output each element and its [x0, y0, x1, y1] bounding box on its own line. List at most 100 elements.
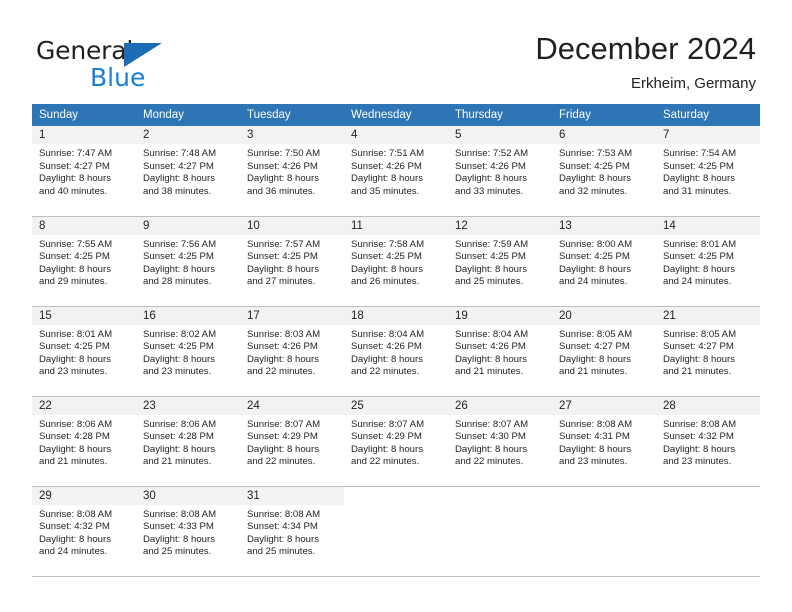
- daylight-duration-line2: and 21 minutes.: [39, 456, 108, 468]
- day-number: 28: [656, 396, 760, 415]
- daylight-duration-line2: and 38 minutes.: [143, 185, 212, 197]
- calendar-day-cell[interactable]: 4 Sunrise: 7:51 AM Sunset: 4:26 PM Daylight…: [344, 126, 448, 217]
- daylight-duration-line2: and 23 minutes.: [559, 456, 628, 468]
- day-number: 13: [552, 216, 656, 235]
- calendar-day-cell[interactable]: 12 Sunrise: 7:59 AM Sunset: 4:25 PM Dayligh…: [448, 216, 552, 307]
- calendar-cell-empty: [552, 486, 656, 577]
- sunrise-time: Sunrise: 7:58 AM: [351, 238, 425, 250]
- calendar-day-cell[interactable]: 21 Sunrise: 8:05 AM Sunset: 4:27 PM Dayligh…: [656, 306, 760, 397]
- calendar-day-cell[interactable]: 23 Sunrise: 8:06 AM Sunset: 4:28 PM Dayligh…: [136, 396, 240, 487]
- daylight-duration-line2: and 24 minutes.: [663, 276, 732, 288]
- daylight-duration-line2: and 32 minutes.: [559, 185, 628, 197]
- day-details: Sunrise: 8:04 AM Sunset: 4:26 PM Daylight:…: [344, 325, 448, 379]
- calendar-day-cell[interactable]: 25 Sunrise: 8:07 AM Sunset: 4:29 PM Dayligh…: [344, 396, 448, 487]
- calendar-day-cell[interactable]: 10 Sunrise: 7:57 AM Sunset: 4:25 PM Dayligh…: [240, 216, 344, 307]
- calendar-day-cell[interactable]: 15 Sunrise: 8:01 AM Sunset: 4:25 PM Dayligh…: [32, 306, 136, 397]
- daylight-duration-line1: Daylight: 8 hours: [247, 353, 319, 365]
- calendar-day-cell[interactable]: 7 Sunrise: 7:54 AM Sunset: 4:25 PM Daylight…: [656, 126, 760, 217]
- calendar-day-cell[interactable]: 30 Sunrise: 8:08 AM Sunset: 4:33 PM Dayligh…: [136, 486, 240, 577]
- sunset-time: Sunset: 4:25 PM: [143, 251, 214, 263]
- daylight-duration-line2: and 40 minutes.: [39, 185, 108, 197]
- calendar-day-cell[interactable]: 24 Sunrise: 8:07 AM Sunset: 4:29 PM Dayligh…: [240, 396, 344, 487]
- daylight-duration-line1: Daylight: 8 hours: [663, 353, 735, 365]
- general-blue-logo[interactable]: General Blue: [36, 36, 226, 92]
- calendar-day-cell[interactable]: 29 Sunrise: 8:08 AM Sunset: 4:32 PM Dayligh…: [32, 486, 136, 577]
- day-details: Sunrise: 8:08 AM Sunset: 4:34 PM Daylight:…: [240, 505, 344, 559]
- calendar-day-cell[interactable]: 17 Sunrise: 8:03 AM Sunset: 4:26 PM Dayligh…: [240, 306, 344, 397]
- calendar-day-cell[interactable]: 9 Sunrise: 7:56 AM Sunset: 4:25 PM Daylight…: [136, 216, 240, 307]
- daylight-duration-line2: and 25 minutes.: [247, 546, 316, 558]
- day-number: 17: [240, 306, 344, 325]
- sunset-time: Sunset: 4:27 PM: [143, 160, 214, 172]
- calendar-day-cell[interactable]: 28 Sunrise: 8:08 AM Sunset: 4:32 PM Dayligh…: [656, 396, 760, 487]
- sunset-time: Sunset: 4:26 PM: [247, 341, 318, 353]
- daylight-duration-line1: Daylight: 8 hours: [39, 173, 111, 185]
- sunrise-time: Sunrise: 8:08 AM: [247, 508, 321, 520]
- sunset-time: Sunset: 4:25 PM: [559, 251, 630, 263]
- daylight-duration-line2: and 35 minutes.: [351, 185, 420, 197]
- day-number: [448, 487, 552, 505]
- day-number: 24: [240, 396, 344, 415]
- calendar-day-cell[interactable]: 14 Sunrise: 8:01 AM Sunset: 4:25 PM Dayligh…: [656, 216, 760, 307]
- daylight-duration-line2: and 28 minutes.: [143, 276, 212, 288]
- calendar-day-cell[interactable]: 3 Sunrise: 7:50 AM Sunset: 4:26 PM Daylight…: [240, 126, 344, 217]
- day-number: 25: [344, 396, 448, 415]
- day-details: Sunrise: 7:54 AM Sunset: 4:25 PM Daylight:…: [656, 144, 760, 198]
- weekday-header-saturday: Saturday: [656, 104, 760, 126]
- calendar-day-cell[interactable]: 22 Sunrise: 8:06 AM Sunset: 4:28 PM Dayligh…: [32, 396, 136, 487]
- calendar-day-cell[interactable]: 6 Sunrise: 7:53 AM Sunset: 4:25 PM Daylight…: [552, 126, 656, 217]
- weekday-header-wednesday: Wednesday: [344, 104, 448, 126]
- day-details: Sunrise: 8:08 AM Sunset: 4:32 PM Daylight:…: [32, 505, 136, 559]
- calendar-day-cell[interactable]: 11 Sunrise: 7:58 AM Sunset: 4:25 PM Dayligh…: [344, 216, 448, 307]
- day-number: 9: [136, 216, 240, 235]
- day-number: 31: [240, 486, 344, 505]
- sunset-time: Sunset: 4:32 PM: [663, 431, 734, 443]
- daylight-duration-line1: Daylight: 8 hours: [351, 443, 423, 455]
- daylight-duration-line2: and 22 minutes.: [351, 456, 420, 468]
- sunset-time: Sunset: 4:25 PM: [663, 160, 734, 172]
- weekday-header-friday: Friday: [552, 104, 656, 126]
- sunrise-time: Sunrise: 7:55 AM: [39, 238, 113, 250]
- sunrise-time: Sunrise: 8:03 AM: [247, 328, 321, 340]
- sunset-time: Sunset: 4:30 PM: [455, 431, 526, 443]
- sunrise-time: Sunrise: 7:56 AM: [143, 238, 217, 250]
- calendar-cell-empty: [344, 486, 448, 577]
- daylight-duration-line1: Daylight: 8 hours: [247, 173, 319, 185]
- day-number: 6: [552, 126, 656, 144]
- sunset-time: Sunset: 4:27 PM: [39, 160, 110, 172]
- daylight-duration-line2: and 22 minutes.: [351, 366, 420, 378]
- day-number: [552, 487, 656, 505]
- day-details: Sunrise: 7:57 AM Sunset: 4:25 PM Daylight:…: [240, 235, 344, 289]
- calendar-day-cell[interactable]: 5 Sunrise: 7:52 AM Sunset: 4:26 PM Daylight…: [448, 126, 552, 217]
- daylight-duration-line1: Daylight: 8 hours: [455, 173, 527, 185]
- day-details: Sunrise: 8:07 AM Sunset: 4:29 PM Daylight:…: [240, 415, 344, 469]
- day-details: Sunrise: 8:05 AM Sunset: 4:27 PM Daylight:…: [552, 325, 656, 379]
- calendar-day-cell[interactable]: 16 Sunrise: 8:02 AM Sunset: 4:25 PM Dayligh…: [136, 306, 240, 397]
- day-number: 16: [136, 306, 240, 325]
- daylight-duration-line2: and 21 minutes.: [143, 456, 212, 468]
- daylight-duration-line1: Daylight: 8 hours: [143, 173, 215, 185]
- calendar-day-cell[interactable]: 31 Sunrise: 8:08 AM Sunset: 4:34 PM Dayligh…: [240, 486, 344, 577]
- sunrise-time: Sunrise: 7:52 AM: [455, 148, 529, 159]
- daylight-duration-line2: and 36 minutes.: [247, 185, 316, 197]
- sunrise-time: Sunrise: 8:04 AM: [455, 328, 529, 340]
- sunrise-time: Sunrise: 7:51 AM: [351, 148, 425, 159]
- calendar-day-cell[interactable]: 13 Sunrise: 8:00 AM Sunset: 4:25 PM Dayligh…: [552, 216, 656, 307]
- calendar-day-cell[interactable]: 1 Sunrise: 7:47 AM Sunset: 4:27 PM Daylight…: [32, 126, 136, 217]
- calendar-page: General Blue December 2024 Erkheim, Germ…: [0, 0, 792, 612]
- calendar-day-cell[interactable]: 26 Sunrise: 8:07 AM Sunset: 4:30 PM Dayligh…: [448, 396, 552, 487]
- calendar-day-cell[interactable]: 27 Sunrise: 8:08 AM Sunset: 4:31 PM Dayligh…: [552, 396, 656, 487]
- day-number: 26: [448, 396, 552, 415]
- calendar-day-cell[interactable]: 18 Sunrise: 8:04 AM Sunset: 4:26 PM Dayligh…: [344, 306, 448, 397]
- daylight-duration-line2: and 25 minutes.: [455, 276, 524, 288]
- sunset-time: Sunset: 4:26 PM: [247, 160, 318, 172]
- sunset-time: Sunset: 4:33 PM: [143, 521, 214, 533]
- sunset-time: Sunset: 4:26 PM: [351, 341, 422, 353]
- day-number: 30: [136, 486, 240, 505]
- calendar-day-cell[interactable]: 19 Sunrise: 8:04 AM Sunset: 4:26 PM Dayligh…: [448, 306, 552, 397]
- calendar-day-cell[interactable]: 8 Sunrise: 7:55 AM Sunset: 4:25 PM Daylight…: [32, 216, 136, 307]
- sunset-time: Sunset: 4:25 PM: [39, 251, 110, 263]
- calendar-day-cell[interactable]: 20 Sunrise: 8:05 AM Sunset: 4:27 PM Dayligh…: [552, 306, 656, 397]
- calendar-day-cell[interactable]: 2 Sunrise: 7:48 AM Sunset: 4:27 PM Daylight…: [136, 126, 240, 217]
- sunrise-time: Sunrise: 8:08 AM: [663, 418, 737, 430]
